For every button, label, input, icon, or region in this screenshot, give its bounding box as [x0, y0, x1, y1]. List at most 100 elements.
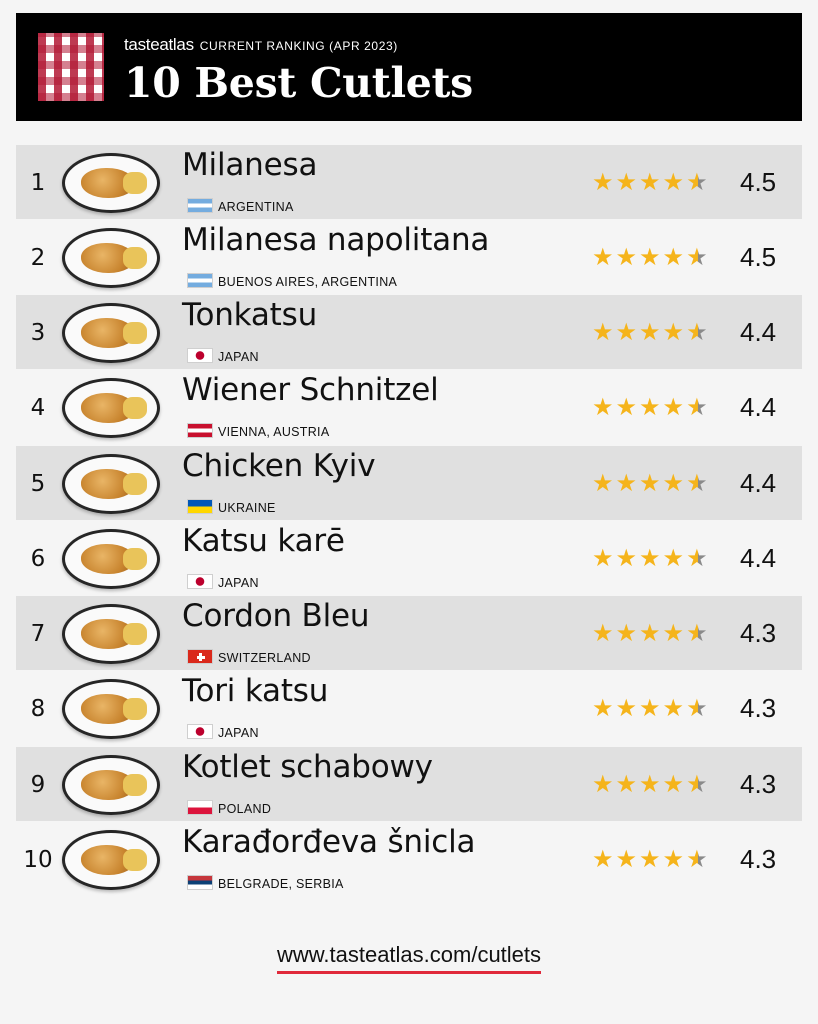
- star-icon: ★: [592, 619, 616, 647]
- dish-name: Cordon Bleu: [182, 598, 370, 634]
- rating-value: 4.4: [740, 468, 777, 498]
- star-icon: ★: [615, 770, 640, 798]
- ranking-row: 7 Cordon Bleu SWITZERLAND ★★★★★ 4.3: [16, 596, 802, 670]
- dish-origin: BUENOS AIRES, ARGENTINA: [218, 275, 398, 289]
- ranking-row: 6 Katsu karē JAPAN ★★★★★ 4.4: [16, 521, 802, 595]
- argentina-flag-icon: [187, 273, 213, 288]
- star-icon: ★: [662, 619, 687, 647]
- dish-origin: JAPAN: [218, 576, 259, 590]
- argentina-flag-icon: [187, 198, 213, 213]
- header-banner: tasteatlas CURRENT RANKING (APR 2023) 10 …: [16, 13, 802, 121]
- star-rating: ★★★★★: [592, 694, 728, 722]
- star-icon: ★: [662, 544, 687, 572]
- rating-value: 4.4: [740, 543, 777, 573]
- star-icon: ★: [592, 469, 616, 497]
- dish-origin: ARGENTINA: [218, 200, 294, 214]
- dish-name: Chicken Kyiv: [182, 448, 376, 484]
- infographic: tasteatlas CURRENT RANKING (APR 2023) 10 …: [0, 0, 818, 1024]
- star-icon: ★: [592, 243, 616, 271]
- star-icon: ★: [639, 168, 663, 196]
- star-rating: ★★★★★: [592, 318, 728, 346]
- star-icon: ★: [615, 168, 640, 196]
- star-rating: ★★★★★: [592, 845, 728, 873]
- japan-flag-icon: [187, 724, 213, 739]
- rank-number: 10: [23, 847, 53, 873]
- star-icon: ★: [662, 770, 687, 798]
- side-garnish: [123, 623, 147, 645]
- star-icon: ★: [615, 619, 640, 647]
- star-icon: ★: [592, 544, 616, 572]
- dish-name: Wiener Schnitzel: [182, 372, 439, 408]
- star-icon: ★: [615, 845, 640, 873]
- rating-value: 4.5: [740, 242, 777, 272]
- star-icon: ★: [662, 845, 687, 873]
- half-star-icon: ★: [686, 393, 710, 421]
- side-garnish: [123, 322, 147, 344]
- star-icon: ★: [662, 469, 687, 497]
- star-icon: ★: [639, 393, 663, 421]
- star-icon: ★: [639, 469, 663, 497]
- rating-value: 4.3: [740, 844, 777, 874]
- star-icon: ★: [662, 393, 687, 421]
- star-icon: ★: [592, 168, 616, 196]
- dish-photo-plate: [62, 529, 160, 589]
- dish-origin: SWITZERLAND: [218, 651, 311, 665]
- rank-number: 8: [30, 696, 46, 722]
- rating-value: 4.4: [740, 392, 777, 422]
- side-garnish: [123, 172, 147, 194]
- ukraine-flag-icon: [187, 499, 213, 514]
- brand-line: tasteatlas CURRENT RANKING (APR 2023): [124, 35, 398, 55]
- star-icon: ★: [592, 393, 616, 421]
- star-icon: ★: [639, 243, 663, 271]
- rating-value: 4.3: [740, 618, 777, 648]
- website-link[interactable]: www.tasteatlas.com/cutlets: [276, 942, 542, 974]
- star-icon: ★: [615, 318, 640, 346]
- dish-origin: UKRAINE: [218, 501, 276, 515]
- star-rating: ★★★★★: [592, 168, 728, 196]
- japan-flag-icon: [187, 574, 213, 589]
- star-icon: ★: [639, 845, 663, 873]
- half-star-icon: ★: [686, 544, 710, 572]
- dish-photo-plate: [62, 303, 160, 363]
- rank-number: 4: [30, 395, 46, 421]
- half-star-icon: ★: [686, 770, 710, 798]
- star-icon: ★: [592, 318, 616, 346]
- rank-number: 1: [30, 170, 46, 196]
- star-icon: ★: [592, 770, 616, 798]
- star-icon: ★: [592, 845, 616, 873]
- rank-number: 7: [30, 621, 46, 647]
- star-icon: ★: [615, 544, 640, 572]
- dish-origin: JAPAN: [218, 350, 259, 364]
- rank-number: 2: [30, 245, 46, 271]
- side-garnish: [123, 548, 147, 570]
- rating-value: 4.5: [740, 167, 777, 197]
- ranking-row: 10 Karađorđeva šnicla BELGRADE, SERBIA ★…: [16, 822, 802, 896]
- dish-photo-plate: [62, 228, 160, 288]
- rank-number: 6: [30, 546, 46, 572]
- dish-name: Tori katsu: [182, 673, 329, 709]
- star-icon: ★: [615, 469, 640, 497]
- star-rating: ★★★★★: [592, 243, 728, 271]
- ranking-subtitle: CURRENT RANKING (APR 2023): [199, 39, 398, 53]
- dish-name: Karađorđeva šnicla: [182, 824, 476, 860]
- dish-name: Tonkatsu: [182, 297, 318, 333]
- dish-photo-plate: [62, 830, 160, 890]
- star-icon: ★: [662, 168, 687, 196]
- ranking-row: 9 Kotlet schabowy POLAND ★★★★★ 4.3: [16, 747, 802, 821]
- rating-value: 4.3: [740, 769, 777, 799]
- half-star-icon: ★: [686, 243, 710, 271]
- side-garnish: [123, 247, 147, 269]
- brand-name: tasteatlas: [124, 35, 194, 54]
- side-garnish: [123, 849, 147, 871]
- star-icon: ★: [639, 694, 663, 722]
- dish-photo-plate: [62, 454, 160, 514]
- star-rating: ★★★★★: [592, 469, 728, 497]
- rank-number: 3: [30, 320, 46, 346]
- rating-value: 4.3: [740, 693, 777, 723]
- austria-flag-icon: [187, 423, 213, 438]
- dish-origin: POLAND: [218, 802, 272, 816]
- star-icon: ★: [662, 243, 687, 271]
- dish-photo-plate: [62, 679, 160, 739]
- star-icon: ★: [592, 694, 616, 722]
- checkered-tablecloth-logo: [38, 33, 104, 101]
